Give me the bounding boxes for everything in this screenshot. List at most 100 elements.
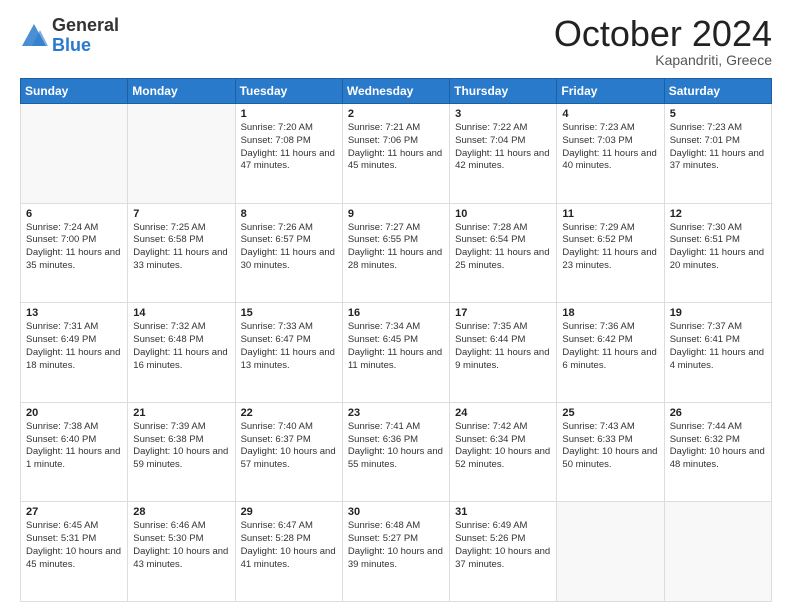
- col-tuesday: Tuesday: [235, 79, 342, 104]
- day-number: 17: [455, 307, 551, 319]
- sunrise-text: Sunrise: 7:28 AM: [455, 222, 527, 233]
- day-number: 7: [133, 208, 229, 220]
- day-info: Sunrise: 6:47 AMSunset: 5:28 PMDaylight:…: [241, 520, 337, 571]
- day-info: Sunrise: 7:38 AMSunset: 6:40 PMDaylight:…: [26, 421, 122, 472]
- day-number: 2: [348, 108, 444, 120]
- title-area: October 2024 Kapandriti, Greece: [554, 16, 772, 68]
- sunset-text: Sunset: 6:57 PM: [241, 234, 311, 245]
- day-info: Sunrise: 7:22 AMSunset: 7:04 PMDaylight:…: [455, 122, 551, 173]
- day-info: Sunrise: 7:42 AMSunset: 6:34 PMDaylight:…: [455, 421, 551, 472]
- day-info: Sunrise: 7:25 AMSunset: 6:58 PMDaylight:…: [133, 222, 229, 273]
- sunrise-text: Sunrise: 6:48 AM: [348, 520, 420, 531]
- daylight-text: Daylight: 10 hours and 45 minutes.: [26, 546, 121, 570]
- table-row: 7 Sunrise: 7:25 AMSunset: 6:58 PMDaylight…: [128, 203, 235, 303]
- day-number: 26: [670, 407, 766, 419]
- sunset-text: Sunset: 6:55 PM: [348, 234, 418, 245]
- sunrise-text: Sunrise: 7:42 AM: [455, 421, 527, 432]
- daylight-text: Daylight: 10 hours and 37 minutes.: [455, 546, 550, 570]
- day-number: 25: [562, 407, 658, 419]
- day-number: 1: [241, 108, 337, 120]
- table-row: 9Sunrise: 7:27 AMSunset: 6:55 PMDaylight…: [342, 203, 449, 303]
- day-number: 22: [241, 407, 337, 419]
- day-number: 24: [455, 407, 551, 419]
- sunset-text: Sunset: 6:47 PM: [241, 334, 311, 345]
- day-number: 8: [241, 208, 337, 220]
- table-row: 6Sunrise: 7:24 AMSunset: 7:00 PMDaylight…: [21, 203, 128, 303]
- daylight-text: Daylight: 11 hours and 35 minutes.: [26, 247, 120, 271]
- sunset-text: Sunset: 6:37 PM: [241, 434, 311, 445]
- daylight-text: Daylight: 11 hours and 47 minutes.: [241, 148, 335, 172]
- location-subtitle: Kapandriti, Greece: [554, 52, 772, 68]
- daylight-text: Daylight: 11 hours and 30 minutes.: [241, 247, 335, 271]
- table-row: 24Sunrise: 7:42 AMSunset: 6:34 PMDayligh…: [450, 402, 557, 502]
- logo-blue-text: Blue: [52, 36, 119, 56]
- table-row: [128, 104, 235, 204]
- sunset-text: Sunset: 6:40 PM: [26, 434, 96, 445]
- sunrise-text: Sunrise: 7:34 AM: [348, 321, 420, 332]
- table-row: 23Sunrise: 7:41 AMSunset: 6:36 PMDayligh…: [342, 402, 449, 502]
- day-number: 27: [26, 506, 122, 518]
- calendar-week-row: 20Sunrise: 7:38 AMSunset: 6:40 PMDayligh…: [21, 402, 772, 502]
- daylight-text: Daylight: 10 hours and 55 minutes.: [348, 446, 443, 470]
- sunset-text: Sunset: 6:49 PM: [26, 334, 96, 345]
- day-info: Sunrise: 7:31 AMSunset: 6:49 PMDaylight:…: [26, 321, 122, 372]
- day-number: 30: [348, 506, 444, 518]
- table-row: 18Sunrise: 7:36 AMSunset: 6:42 PMDayligh…: [557, 303, 664, 403]
- day-info: Sunrise: 7:33 AMSunset: 6:47 PMDaylight:…: [241, 321, 337, 372]
- sunrise-text: Sunrise: 7:33 AM: [241, 321, 313, 332]
- daylight-text: Daylight: 11 hours and 25 minutes.: [455, 247, 549, 271]
- table-row: 4Sunrise: 7:23 AMSunset: 7:03 PMDaylight…: [557, 104, 664, 204]
- daylight-text: Daylight: 11 hours and 6 minutes.: [562, 347, 656, 371]
- table-row: 14 Sunrise: 7:32 AMSunset: 6:48 PMDayligh…: [128, 303, 235, 403]
- table-row: 17 Sunrise: 7:35 AMSunset: 6:44 PMDayligh…: [450, 303, 557, 403]
- sunset-text: Sunset: 7:01 PM: [670, 135, 740, 146]
- logo-general-text: General: [52, 16, 119, 36]
- day-number: 10: [455, 208, 551, 220]
- daylight-text: Daylight: 11 hours and 45 minutes.: [348, 148, 442, 172]
- day-info: Sunrise: 7:30 AMSunset: 6:51 PMDaylight:…: [670, 222, 766, 273]
- sunset-text: Sunset: 7:03 PM: [562, 135, 632, 146]
- sunset-text: Sunset: 6:34 PM: [455, 434, 525, 445]
- day-number: 6: [26, 208, 122, 220]
- table-row: 29Sunrise: 6:47 AMSunset: 5:28 PMDayligh…: [235, 502, 342, 602]
- daylight-text: Daylight: 11 hours and 23 minutes.: [562, 247, 656, 271]
- sunrise-text: Sunrise: 7:26 AM: [241, 222, 313, 233]
- header: General Blue October 2024 Kapandriti, Gr…: [20, 16, 772, 68]
- logo-icon: [20, 22, 48, 50]
- day-number: 16: [348, 307, 444, 319]
- table-row: 20Sunrise: 7:38 AMSunset: 6:40 PMDayligh…: [21, 402, 128, 502]
- day-info: Sunrise: 7:43 AMSunset: 6:33 PMDaylight:…: [562, 421, 658, 472]
- sunset-text: Sunset: 7:06 PM: [348, 135, 418, 146]
- col-thursday: Thursday: [450, 79, 557, 104]
- day-number: 28: [133, 506, 229, 518]
- sunset-text: Sunset: 6:38 PM: [133, 434, 203, 445]
- col-wednesday: Wednesday: [342, 79, 449, 104]
- sunset-text: Sunset: 5:31 PM: [26, 533, 96, 544]
- sunrise-text: Sunrise: 7:40 AM: [241, 421, 313, 432]
- day-info: Sunrise: 7:32 AMSunset: 6:48 PMDaylight:…: [133, 321, 229, 372]
- sunset-text: Sunset: 7:00 PM: [26, 234, 96, 245]
- table-row: 1Sunrise: 7:20 AMSunset: 7:08 PMDaylight…: [235, 104, 342, 204]
- calendar-week-row: 27Sunrise: 6:45 AMSunset: 5:31 PMDayligh…: [21, 502, 772, 602]
- day-number: 19: [670, 307, 766, 319]
- daylight-text: Daylight: 11 hours and 11 minutes.: [348, 347, 442, 371]
- calendar-week-row: 6Sunrise: 7:24 AMSunset: 7:00 PMDaylight…: [21, 203, 772, 303]
- sunrise-text: Sunrise: 7:32 AM: [133, 321, 205, 332]
- daylight-text: Daylight: 11 hours and 18 minutes.: [26, 347, 120, 371]
- day-number: 14: [133, 307, 229, 319]
- day-number: 15: [241, 307, 337, 319]
- sunset-text: Sunset: 7:04 PM: [455, 135, 525, 146]
- day-info: Sunrise: 7:26 AMSunset: 6:57 PM Daylight:…: [241, 222, 337, 273]
- col-saturday: Saturday: [664, 79, 771, 104]
- daylight-text: Daylight: 10 hours and 43 minutes.: [133, 546, 228, 570]
- day-info: Sunrise: 7:35 AMSunset: 6:44 PMDaylight:…: [455, 321, 551, 372]
- sunrise-text: Sunrise: 7:37 AM: [670, 321, 742, 332]
- daylight-text: Daylight: 10 hours and 48 minutes.: [670, 446, 765, 470]
- daylight-text: Daylight: 11 hours and 1 minute.: [26, 446, 120, 470]
- sunrise-text: Sunrise: 7:23 AM: [670, 122, 742, 133]
- logo-text: General Blue: [52, 16, 119, 56]
- day-info: Sunrise: 7:27 AMSunset: 6:55 PMDaylight:…: [348, 222, 444, 273]
- sunrise-text: Sunrise: 7:20 AM: [241, 122, 313, 133]
- sunset-text: Sunset: 6:58 PM: [133, 234, 203, 245]
- table-row: 25 Sunrise: 7:43 AMSunset: 6:33 PMDayligh…: [557, 402, 664, 502]
